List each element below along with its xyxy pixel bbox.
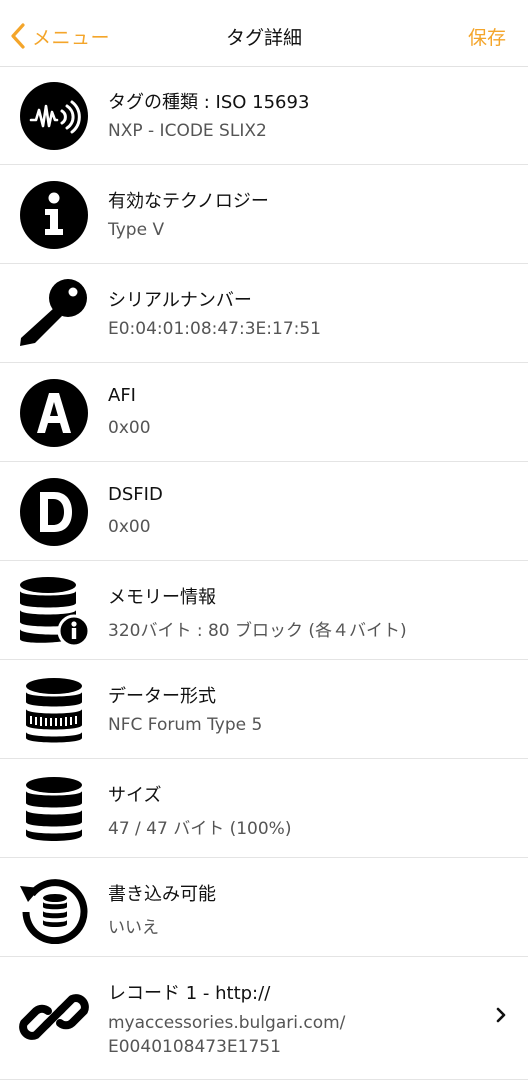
database-info-icon bbox=[18, 575, 90, 647]
navigation-bar: メニュー タグ詳細 保存 bbox=[0, 0, 528, 67]
row-title: AFI bbox=[108, 385, 136, 406]
database-format-icon bbox=[18, 674, 90, 746]
row-value: 0x00 bbox=[108, 418, 151, 438]
row-title: タグの種類 : ISO 15693 bbox=[108, 92, 310, 113]
tag-detail-list: タグの種類 : ISO 15693 NXP - ICODE SLIX2 有効なテ… bbox=[0, 66, 528, 1080]
row-title: メモリー情報 bbox=[108, 587, 216, 608]
database-icon bbox=[18, 773, 90, 845]
row-memory-info: メモリー情報 320バイト : 80 ブロック (各４バイト) bbox=[0, 561, 528, 660]
row-title: レコード 1 - http:// bbox=[108, 983, 271, 1004]
row-value: 0x00 bbox=[108, 517, 151, 537]
row-title: シリアルナンバー bbox=[108, 290, 252, 311]
row-technologies: 有効なテクノロジー Type V bbox=[0, 165, 528, 264]
row-value: 47 / 47 バイト (100%) bbox=[108, 819, 292, 839]
row-value-line-2: E0040108473E1751 bbox=[108, 1037, 281, 1057]
row-value: いいえ bbox=[108, 918, 159, 938]
row-data-format: データー形式 NFC Forum Type 5 bbox=[0, 660, 528, 759]
row-serial-number: シリアルナンバー E0:04:01:08:47:3E:17:51 bbox=[0, 264, 528, 363]
row-dsfid: DSFID 0x00 bbox=[0, 462, 528, 561]
page-title: タグ詳細 bbox=[225, 27, 302, 49]
row-title: 有効なテクノロジー bbox=[108, 191, 269, 212]
row-record-1[interactable]: レコード 1 - http:// myaccessories.bulgari.c… bbox=[0, 957, 528, 1080]
row-value: 320バイト : 80 ブロック (各４バイト) bbox=[108, 621, 407, 641]
row-size: サイズ 47 / 47 バイト (100%) bbox=[0, 759, 528, 858]
writable-database-icon bbox=[18, 872, 90, 944]
row-value: NXP - ICODE SLIX2 bbox=[108, 121, 267, 141]
row-value: E0:04:01:08:47:3E:17:51 bbox=[108, 319, 321, 339]
row-title: データー形式 bbox=[108, 686, 216, 707]
save-button[interactable]: 保存 bbox=[468, 23, 506, 50]
nfc-tag-icon bbox=[18, 80, 90, 152]
key-icon bbox=[18, 278, 90, 350]
letter-d-icon bbox=[18, 476, 90, 548]
row-value: Type V bbox=[108, 220, 165, 240]
row-title: 書き込み可能 bbox=[108, 884, 216, 905]
row-title: DSFID bbox=[108, 484, 163, 505]
row-value: myaccessories.bulgari.com/ bbox=[108, 1013, 346, 1033]
row-afi: AFI 0x00 bbox=[0, 363, 528, 462]
row-tag-type: タグの種類 : ISO 15693 NXP - ICODE SLIX2 bbox=[0, 66, 528, 165]
row-value: NFC Forum Type 5 bbox=[108, 715, 263, 735]
chevron-right-icon bbox=[496, 1007, 506, 1027]
letter-a-icon bbox=[18, 377, 90, 449]
info-icon bbox=[18, 179, 90, 251]
row-title: サイズ bbox=[108, 785, 162, 806]
row-writable: 書き込み可能 いいえ bbox=[0, 858, 528, 957]
link-icon bbox=[18, 981, 90, 1053]
